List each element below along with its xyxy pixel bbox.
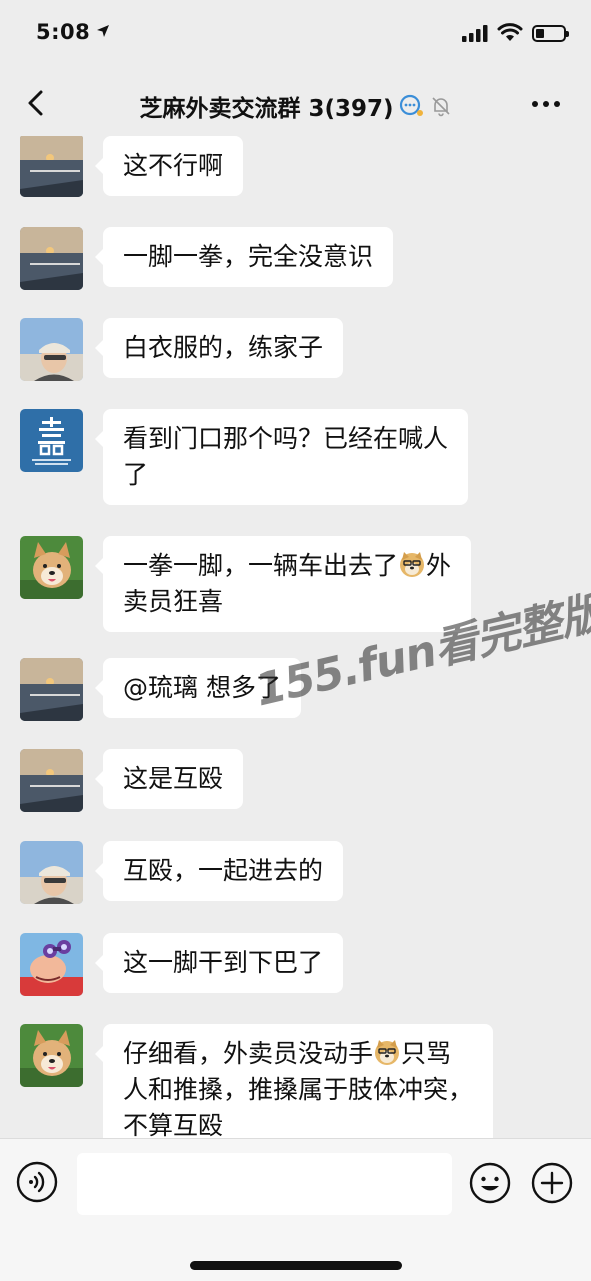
sunset-sea-avatar[interactable]	[20, 227, 83, 290]
message-text: 外	[426, 551, 452, 580]
message-list[interactable]: 这不行啊 一脚一拳，完全没意识 白衣服的，练家子 看到门口那个吗？已经在喊人 了…	[0, 136, 591, 1138]
message-bubble[interactable]: 一拳一脚，一辆车出去了外 卖员狂喜	[94, 536, 472, 632]
message-text: 仔细看，外卖员没动手	[123, 1039, 374, 1068]
doge-emoji-icon	[400, 552, 425, 577]
message-text-line: 人和推搡，推搡属于肢体冲突，	[123, 1075, 474, 1104]
message-text-line: 了	[123, 460, 149, 489]
shiba-dog-avatar[interactable]	[20, 1024, 83, 1087]
man-cap-avatar[interactable]	[20, 841, 83, 904]
blue-character-avatar[interactable]	[20, 409, 83, 472]
chat-title: 芝麻外卖交流群 3(397)	[139, 96, 394, 122]
message-text-line: 卖员狂喜	[123, 587, 224, 616]
message-text-line: 仔细看，外卖员没动手 只骂	[123, 1036, 473, 1072]
doge-emoji-icon	[375, 1040, 400, 1065]
message-text: @琉璃 想多了	[123, 673, 281, 702]
message-bubble[interactable]: @琉璃 想多了	[95, 658, 301, 718]
chat-input-bar	[0, 1138, 591, 1281]
location-arrow-icon	[97, 25, 109, 37]
message-text: 白衣服的，练家子	[123, 333, 324, 362]
message-input[interactable]	[77, 1153, 452, 1215]
emoji-face-icon[interactable]	[468, 1161, 512, 1205]
chat-title-area: 芝麻外卖交流群 3(397)	[0, 89, 591, 123]
message-text: 这一脚干到下巴了	[123, 948, 324, 977]
home-indicator	[190, 1261, 402, 1270]
voice-input-icon[interactable]	[16, 1161, 58, 1203]
message-text: 这不行啊	[123, 151, 224, 180]
shiba-dog-avatar[interactable]	[20, 536, 83, 599]
message-bubble[interactable]: 这一脚干到下巴了	[94, 933, 344, 993]
plus-circle-icon[interactable]	[530, 1161, 574, 1205]
mute-bell-icon	[431, 97, 450, 117]
sunset-sea-avatar[interactable]	[20, 136, 83, 197]
message-text-line: 不算互殴	[123, 1111, 224, 1138]
message-bubble[interactable]: 这是互殴	[94, 749, 244, 809]
wifi-icon	[497, 23, 523, 41]
sunset-sea-avatar[interactable]	[20, 658, 83, 721]
message-bubble[interactable]: 这不行啊	[94, 136, 244, 196]
message-text-line: 一拳一脚，一辆车出去了外	[123, 548, 451, 584]
message-text: 一脚一拳，完全没意识	[123, 242, 374, 271]
message-text: 互殴，一起进去的	[123, 856, 324, 885]
chat-header: 芝麻外卖交流群 3(397)	[0, 70, 591, 136]
battery-icon	[532, 25, 569, 42]
message-bubble[interactable]: 一脚一拳，完全没意识	[94, 227, 394, 287]
message-bubble[interactable]: 白衣服的，练家子	[94, 318, 344, 378]
status-time: 5:08	[36, 20, 91, 44]
message-bubble[interactable]: 互殴，一起进去的	[94, 841, 344, 901]
group-chat-bubble-icon	[399, 94, 423, 116]
message-text: 这是互殴	[123, 764, 224, 793]
more-options-icon[interactable]	[530, 94, 562, 114]
message-bubble[interactable]: 仔细看，外卖员没动手 只骂 人和推搡，推搡属于肢体冲突， 不算互殴	[94, 1024, 494, 1138]
message-bubble[interactable]: 看到门口那个吗？已经在喊人 了	[94, 409, 469, 505]
status-bar: 5:08	[0, 0, 591, 70]
man-cap-avatar[interactable]	[20, 318, 83, 381]
sunset-sea-avatar[interactable]	[20, 749, 83, 812]
message-text: 只骂	[401, 1039, 452, 1068]
cartoon-binoculars-avatar[interactable]	[20, 933, 83, 996]
message-text: 一拳一脚，一辆车出去了	[123, 551, 399, 580]
message-text-line: 看到门口那个吗？已经在喊人	[123, 424, 449, 453]
cellular-signal-icon	[462, 25, 488, 42]
